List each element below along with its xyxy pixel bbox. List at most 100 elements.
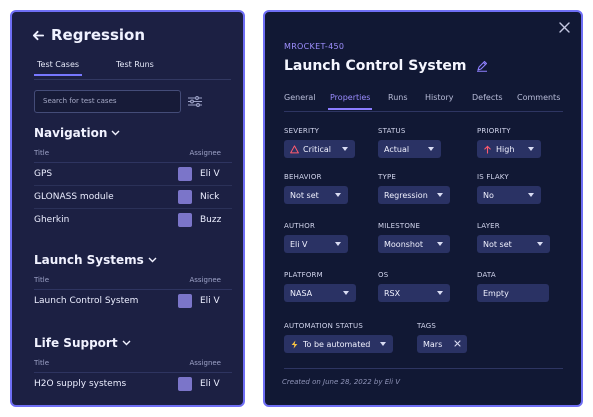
section-launch-systems: Launch Systems Title Assignee Launch Con… <box>34 253 232 313</box>
field-layer: LAYER Not set <box>477 222 550 253</box>
layer-dropdown[interactable]: Not set <box>477 235 550 253</box>
section-header[interactable]: Life Support <box>34 336 232 350</box>
dropdown-value: Eli V <box>290 239 308 249</box>
status-dropdown[interactable]: Actual <box>378 140 441 158</box>
dropdown-value: Regression <box>384 190 428 200</box>
test-case-detail-panel: MROCKET-450 Launch Control System Genera… <box>263 10 583 407</box>
column-assignee: Assignee <box>189 149 221 157</box>
severity-dropdown[interactable]: Critical <box>284 140 355 158</box>
field-os: OS RSX <box>378 271 450 302</box>
field-automation-status: AUTOMATION STATUS To be automated <box>284 322 393 353</box>
filter-sliders-icon[interactable] <box>188 96 202 107</box>
assignee-name: Nick <box>200 192 220 202</box>
section-header[interactable]: Navigation <box>34 126 232 140</box>
field-label: OS <box>378 271 389 279</box>
chevron-down-icon <box>335 193 341 197</box>
section-navigation: Navigation Title Assignee GPS Eli V GLON… <box>34 126 232 232</box>
chevron-down-icon <box>335 242 341 246</box>
field-tags: TAGS Mars <box>417 322 467 353</box>
field-severity: SEVERITY Critical <box>284 127 355 158</box>
tab-test-cases[interactable]: Test Cases <box>33 60 83 76</box>
tab-properties[interactable]: Properties <box>327 93 373 110</box>
chevron-down-icon <box>437 291 443 295</box>
field-data: DATA Empty <box>477 271 549 302</box>
dropdown-value: RSX <box>384 288 401 298</box>
table-row[interactable]: H2O supply systems Eli V <box>34 373 232 396</box>
test-case-title: Launch Control System <box>284 58 467 74</box>
avatar <box>178 190 192 204</box>
milestone-dropdown[interactable]: Moonshot <box>378 235 450 253</box>
section-life-support: Life Support Title Assignee H2O supply s… <box>34 336 232 396</box>
table-row[interactable]: GLONASS module Nick <box>34 186 232 209</box>
tab-runs[interactable]: Runs <box>388 93 408 102</box>
automation-status-dropdown[interactable]: To be automated <box>284 335 393 353</box>
is-flaky-dropdown[interactable]: No <box>477 186 541 204</box>
behavior-dropdown[interactable]: Not set <box>284 186 348 204</box>
author-dropdown[interactable]: Eli V <box>284 235 348 253</box>
field-priority: PRIORITY High <box>477 127 541 158</box>
lightning-icon <box>291 339 298 349</box>
field-label: PRIORITY <box>477 127 511 135</box>
tag-chip[interactable]: Mars <box>417 335 467 353</box>
edit-pencil-icon[interactable] <box>476 60 488 72</box>
os-dropdown[interactable]: RSX <box>378 284 450 302</box>
test-plan-panel: Regression Test Cases Test Runs Search f… <box>10 10 245 407</box>
type-dropdown[interactable]: Regression <box>378 186 450 204</box>
assignee-name: Eli V <box>200 296 220 306</box>
table-row[interactable]: GPS Eli V <box>34 163 232 186</box>
dropdown-value: Not set <box>290 190 319 200</box>
field-label: BEHAVIOR <box>284 173 322 181</box>
dropdown-value: Not set <box>483 239 512 249</box>
chevron-down-icon <box>528 193 534 197</box>
table-header: Title Assignee <box>34 276 232 290</box>
field-value: Empty <box>483 288 509 298</box>
section-title: Launch Systems <box>34 253 144 267</box>
assignee-name: Eli V <box>200 169 220 179</box>
tag-label: Mars <box>423 339 443 349</box>
avatar <box>178 167 192 181</box>
chevron-down-icon <box>437 242 443 246</box>
platform-dropdown[interactable]: NASA <box>284 284 356 302</box>
field-label: TAGS <box>417 322 437 330</box>
tab-defects[interactable]: Defects <box>472 93 503 102</box>
dropdown-value: Critical <box>303 144 331 154</box>
dropdown-value: Moonshot <box>384 239 424 249</box>
section-title: Navigation <box>34 126 108 140</box>
avatar <box>178 213 192 227</box>
field-label: STATUS <box>378 127 406 135</box>
field-is-flaky: IS FLAKY No <box>477 173 541 204</box>
priority-dropdown[interactable]: High <box>477 140 541 158</box>
avatar <box>178 377 192 391</box>
data-field[interactable]: Empty <box>477 284 549 302</box>
arrow-up-icon <box>484 145 491 154</box>
header-row: Regression <box>32 26 145 44</box>
field-label: DATA <box>477 271 496 279</box>
assignee-name: Eli V <box>200 379 220 389</box>
tab-general[interactable]: General <box>284 93 316 102</box>
test-case-title: GLONASS module <box>34 192 114 202</box>
warning-triangle-icon <box>290 144 299 153</box>
field-label: TYPE <box>378 173 396 181</box>
field-label: IS FLAKY <box>477 173 509 181</box>
tab-comments[interactable]: Comments <box>517 93 560 102</box>
table-row[interactable]: Gherkin Buzz <box>34 209 232 232</box>
close-icon[interactable] <box>559 22 570 33</box>
created-info: Created on June 28, 2022 by Eli V <box>282 378 401 386</box>
dropdown-value: No <box>483 190 494 200</box>
field-label: AUTOMATION STATUS <box>284 322 363 330</box>
tab-history[interactable]: History <box>425 93 453 102</box>
tab-test-runs[interactable]: Test Runs <box>116 60 154 69</box>
tab-bar: Test Cases Test Runs <box>33 60 231 80</box>
test-case-title: GPS <box>34 169 53 179</box>
back-arrow-icon[interactable] <box>32 29 45 42</box>
section-header[interactable]: Launch Systems <box>34 253 232 267</box>
remove-tag-icon[interactable] <box>454 340 461 347</box>
search-input[interactable]: Search for test cases <box>34 90 181 113</box>
chevron-down-icon <box>437 193 443 197</box>
avatar <box>178 294 192 308</box>
dropdown-value: NASA <box>290 288 313 298</box>
field-label: AUTHOR <box>284 222 316 230</box>
chevron-down-icon <box>111 130 120 136</box>
table-row[interactable]: Launch Control System Eli V <box>34 290 232 313</box>
chevron-down-icon <box>343 291 349 295</box>
